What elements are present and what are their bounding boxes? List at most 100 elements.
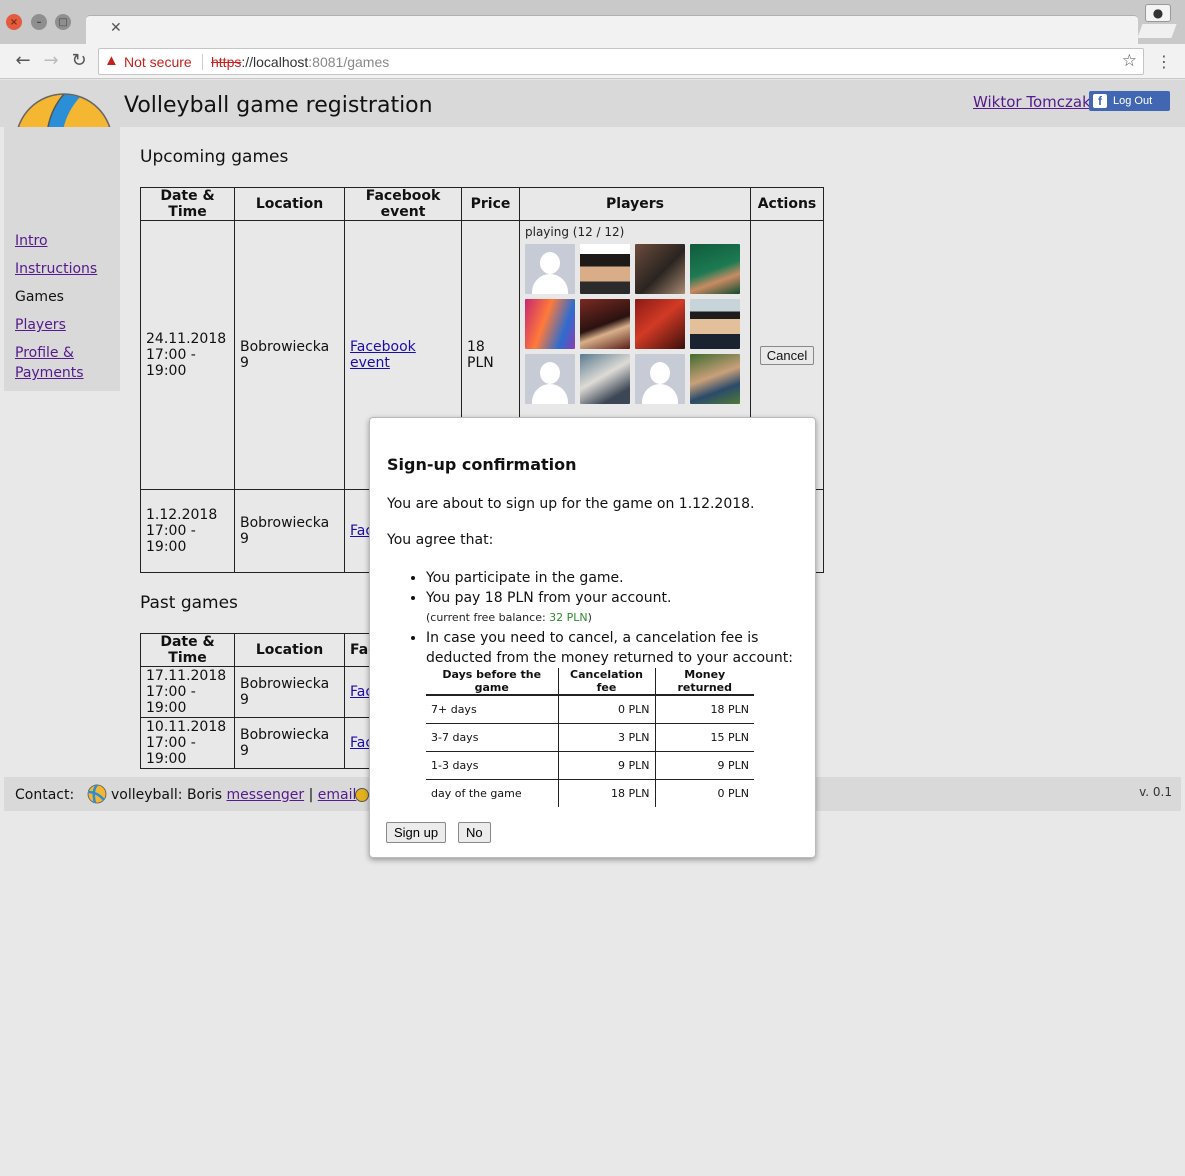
avatar[interactable]: [580, 244, 630, 294]
upcoming-games-heading: Upcoming games: [140, 147, 289, 167]
column-header: Price: [461, 187, 520, 221]
column-header: Location: [234, 633, 345, 667]
tab-close-icon[interactable]: ✕: [110, 20, 122, 36]
omnibox-separator: [202, 54, 203, 70]
date-cell: 17.11.2018 17:00 - 19:00: [140, 666, 235, 718]
link-separator: |: [308, 787, 314, 803]
dialog-agree: You agree that:: [387, 532, 494, 548]
game-date: 17.11.2018: [146, 668, 227, 684]
sidebar-item-profile[interactable]: Profile &: [15, 343, 74, 363]
table-row: 3-7 days 3 PLN 15 PLN: [426, 723, 754, 752]
reload-icon[interactable]: ↻: [68, 50, 90, 72]
game-date: 24.11.2018: [146, 331, 227, 347]
game-date: 10.11.2018: [146, 719, 227, 735]
returned-cell: 0 PLN: [654, 779, 754, 807]
signup-confirmation-dialog: Sign-up confirmation You are about to si…: [369, 417, 816, 858]
dialog-intro: You are about to sign up for the game on…: [387, 496, 755, 512]
column-header: Date & Time: [140, 633, 235, 667]
column-header: Players: [519, 187, 751, 221]
avatar[interactable]: [635, 354, 685, 404]
avatar[interactable]: [690, 299, 740, 349]
browser-tab[interactable]: [86, 15, 1138, 45]
logout-label: Log Out: [1113, 95, 1153, 107]
table-row: 1-3 days 9 PLN 9 PLN: [426, 751, 754, 780]
avatar[interactable]: [690, 244, 740, 294]
date-cell: 1.12.2018 17:00 - 19:00: [140, 489, 235, 573]
column-header: Location: [234, 187, 345, 221]
window-maximize-icon[interactable]: □: [55, 14, 71, 30]
volleyball-icon: [87, 784, 107, 804]
column-header: Days before the game: [426, 668, 558, 696]
profile-icon[interactable]: ●: [1145, 4, 1171, 22]
column-header: Date & Time: [140, 187, 235, 221]
avatar[interactable]: [690, 354, 740, 404]
sidebar-item-players[interactable]: Players: [15, 315, 66, 335]
browser-menu-icon[interactable]: ⋮: [1156, 52, 1172, 71]
signup-button[interactable]: Sign up: [386, 822, 447, 843]
avatar[interactable]: [525, 299, 575, 349]
new-tab-button[interactable]: [1137, 24, 1177, 38]
avatar[interactable]: [580, 354, 630, 404]
column-header: Cancelation fee: [557, 668, 655, 696]
list-item: You pay 18 PLN from your account. (curre…: [426, 588, 807, 628]
back-arrow-icon[interactable]: ←: [12, 50, 34, 72]
not-secure-label[interactable]: Not secure: [124, 54, 192, 70]
column-header: Actions: [750, 187, 824, 221]
version-label: v. 0.1: [1139, 785, 1172, 799]
location-cell: Bobrowiecka 9: [234, 489, 345, 573]
address-bar[interactable]: ▲ Not secure https://localhost:8081/game…: [98, 48, 1144, 75]
game-time: 17:00 - 19:00: [146, 523, 196, 555]
user-name-link[interactable]: Wiktor Tomczak: [973, 93, 1091, 111]
messenger-link[interactable]: messenger: [227, 787, 305, 803]
email-link[interactable]: email: [318, 787, 357, 803]
window-close-icon[interactable]: ×: [6, 14, 22, 30]
avatar[interactable]: [635, 299, 685, 349]
agreement-list: You participate in the game. You pay 18 …: [387, 568, 807, 668]
no-button[interactable]: No: [458, 822, 491, 843]
sidebar-item-payments[interactable]: Payments: [15, 363, 84, 383]
list-item: In case you need to cancel, a cancelatio…: [426, 628, 807, 668]
date-cell: 24.11.2018 17:00 - 19:00: [140, 220, 235, 490]
avatar[interactable]: [635, 244, 685, 294]
payment-text: You pay 18 PLN from your account.: [426, 590, 672, 606]
facebook-logout-button[interactable]: f Log Out: [1089, 91, 1170, 111]
avatar[interactable]: [525, 354, 575, 404]
avatar[interactable]: [525, 244, 575, 294]
bookmark-star-icon[interactable]: ☆: [1122, 51, 1137, 71]
fee-cell: 9 PLN: [557, 751, 655, 780]
sidebar-item-intro[interactable]: Intro: [15, 231, 48, 251]
contact-name: volleyball: Boris: [111, 787, 223, 803]
column-header: Money returned: [654, 668, 754, 696]
days-cell: 1-3 days: [426, 751, 558, 780]
balance-prefix: (current free balance:: [426, 611, 550, 624]
window-minimize-icon[interactable]: –: [31, 14, 47, 30]
avatar[interactable]: [580, 299, 630, 349]
fee-cell: 0 PLN: [557, 695, 655, 724]
returned-cell: 18 PLN: [654, 695, 754, 724]
location-cell: Bobrowiecka 9: [234, 717, 345, 769]
contact-info: volleyball: Boris messenger | email: [111, 787, 356, 803]
cancel-button[interactable]: Cancel: [759, 345, 815, 365]
list-item: You participate in the game.: [426, 568, 807, 588]
game-time: 17:00 - 19:00: [146, 347, 196, 379]
warning-icon: ▲: [104, 52, 119, 69]
fee-cell: 18 PLN: [557, 779, 655, 807]
game-time: 17:00 - 19:00: [146, 684, 196, 716]
table-row: day of the game 18 PLN 0 PLN: [426, 779, 754, 807]
facebook-icon: f: [1093, 94, 1107, 108]
returned-cell: 15 PLN: [654, 723, 754, 752]
browser-toolbar: ← → ↻ ▲ Not secure https://localhost:808…: [0, 44, 1185, 79]
game-time: 17:00 - 19:00: [146, 735, 196, 767]
forward-arrow-icon[interactable]: →: [40, 50, 62, 72]
url-host: ://localhost: [241, 54, 309, 70]
sidebar-item-instructions[interactable]: Instructions: [15, 259, 97, 279]
balance-value: 32 PLN: [549, 611, 588, 624]
contact-label: Contact:: [15, 787, 75, 803]
days-cell: 3-7 days: [426, 723, 558, 752]
sidebar-item-games[interactable]: Games: [15, 287, 64, 307]
url-text[interactable]: https://localhost:8081/games: [211, 54, 389, 70]
facebook-event-link[interactable]: Facebook event: [350, 339, 416, 371]
balance-suffix: ): [587, 611, 592, 624]
location-cell: Bobrowiecka 9: [234, 666, 345, 718]
fee-cell: 3 PLN: [557, 723, 655, 752]
